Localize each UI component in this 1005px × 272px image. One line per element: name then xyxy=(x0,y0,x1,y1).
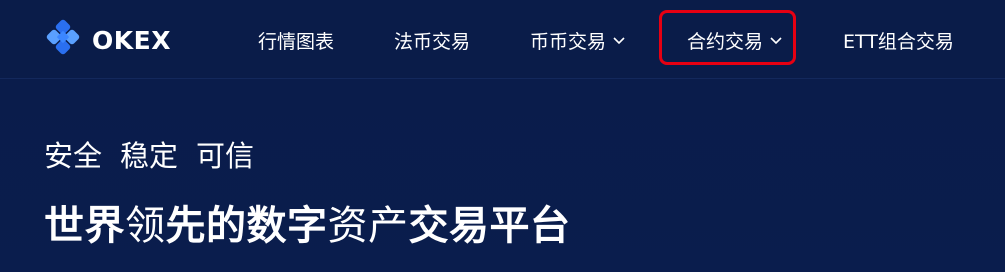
brand-name: OKEX xyxy=(92,25,171,55)
tagline-word: 可信 xyxy=(196,139,255,173)
nav-item-label: 币币交易 xyxy=(530,30,607,53)
headline-part: 交易平台 xyxy=(408,203,571,249)
page: OKEX 行情图表 法币交易 币币交易 合约交易 ETT组合交易 安全 稳定 可… xyxy=(0,0,1005,272)
nav-item-spot-trading[interactable]: 币币交易 xyxy=(530,26,626,54)
okex-logo-icon xyxy=(46,19,80,55)
headline-part: 世界 xyxy=(44,203,125,249)
nav-item-market-charts[interactable]: 行情图表 xyxy=(258,26,334,54)
top-navbar: OKEX 行情图表 法币交易 币币交易 合约交易 ETT组合交易 xyxy=(0,0,1005,78)
chevron-down-icon xyxy=(613,37,625,45)
nav-item-fiat-trading[interactable]: 法币交易 xyxy=(394,26,470,54)
headline-part: 资产 xyxy=(327,203,409,249)
headline-part: 先的数字 xyxy=(165,203,328,249)
tagline-word: 稳定 xyxy=(120,139,179,173)
nav-item-ett-trading[interactable]: ETT组合交易 xyxy=(843,26,954,54)
nav-item-label: 行情图表 xyxy=(258,30,335,53)
highlight-annotation-box xyxy=(659,10,796,65)
hero-tagline: 安全 稳定 可信 xyxy=(44,133,254,175)
brand-logo-link[interactable]: OKEX xyxy=(44,19,171,60)
hero-headline: 世界领先的数字资产交易平台 xyxy=(44,193,571,251)
tagline-word: 安全 xyxy=(44,139,103,173)
nav-item-label: ETT组合交易 xyxy=(843,30,954,53)
headline-part: 领 xyxy=(125,203,166,249)
navbar-divider xyxy=(0,78,1005,79)
nav-item-label: 法币交易 xyxy=(394,30,471,53)
